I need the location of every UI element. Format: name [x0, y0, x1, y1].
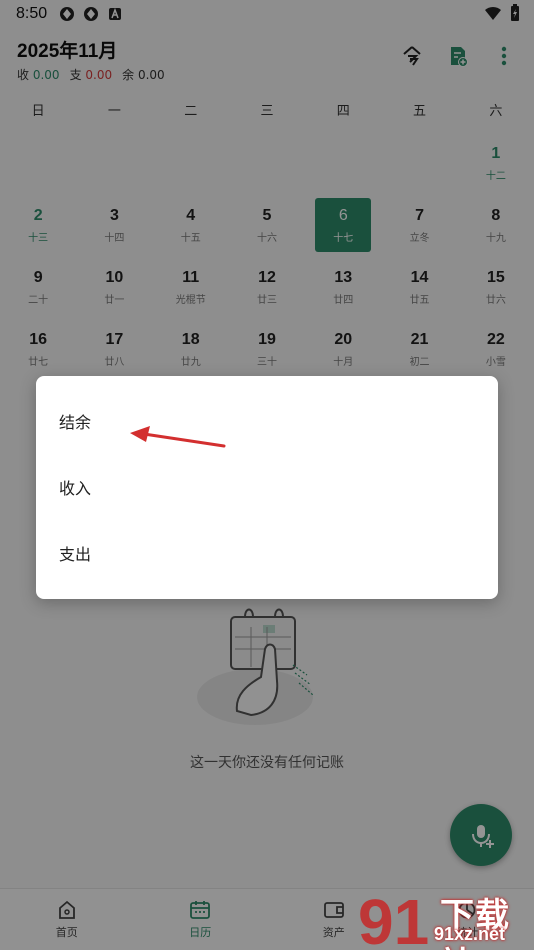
option-balance[interactable]: 结余: [36, 388, 498, 454]
display-option-dialog: 结余 收入 支出: [36, 376, 498, 599]
watermark-domain: 91xz.net: [434, 924, 506, 944]
watermark-logo-number: 91: [358, 886, 429, 950]
annotation-arrow-icon: [130, 426, 226, 448]
option-income[interactable]: 收入: [36, 454, 498, 520]
option-expense[interactable]: 支出: [36, 520, 498, 586]
